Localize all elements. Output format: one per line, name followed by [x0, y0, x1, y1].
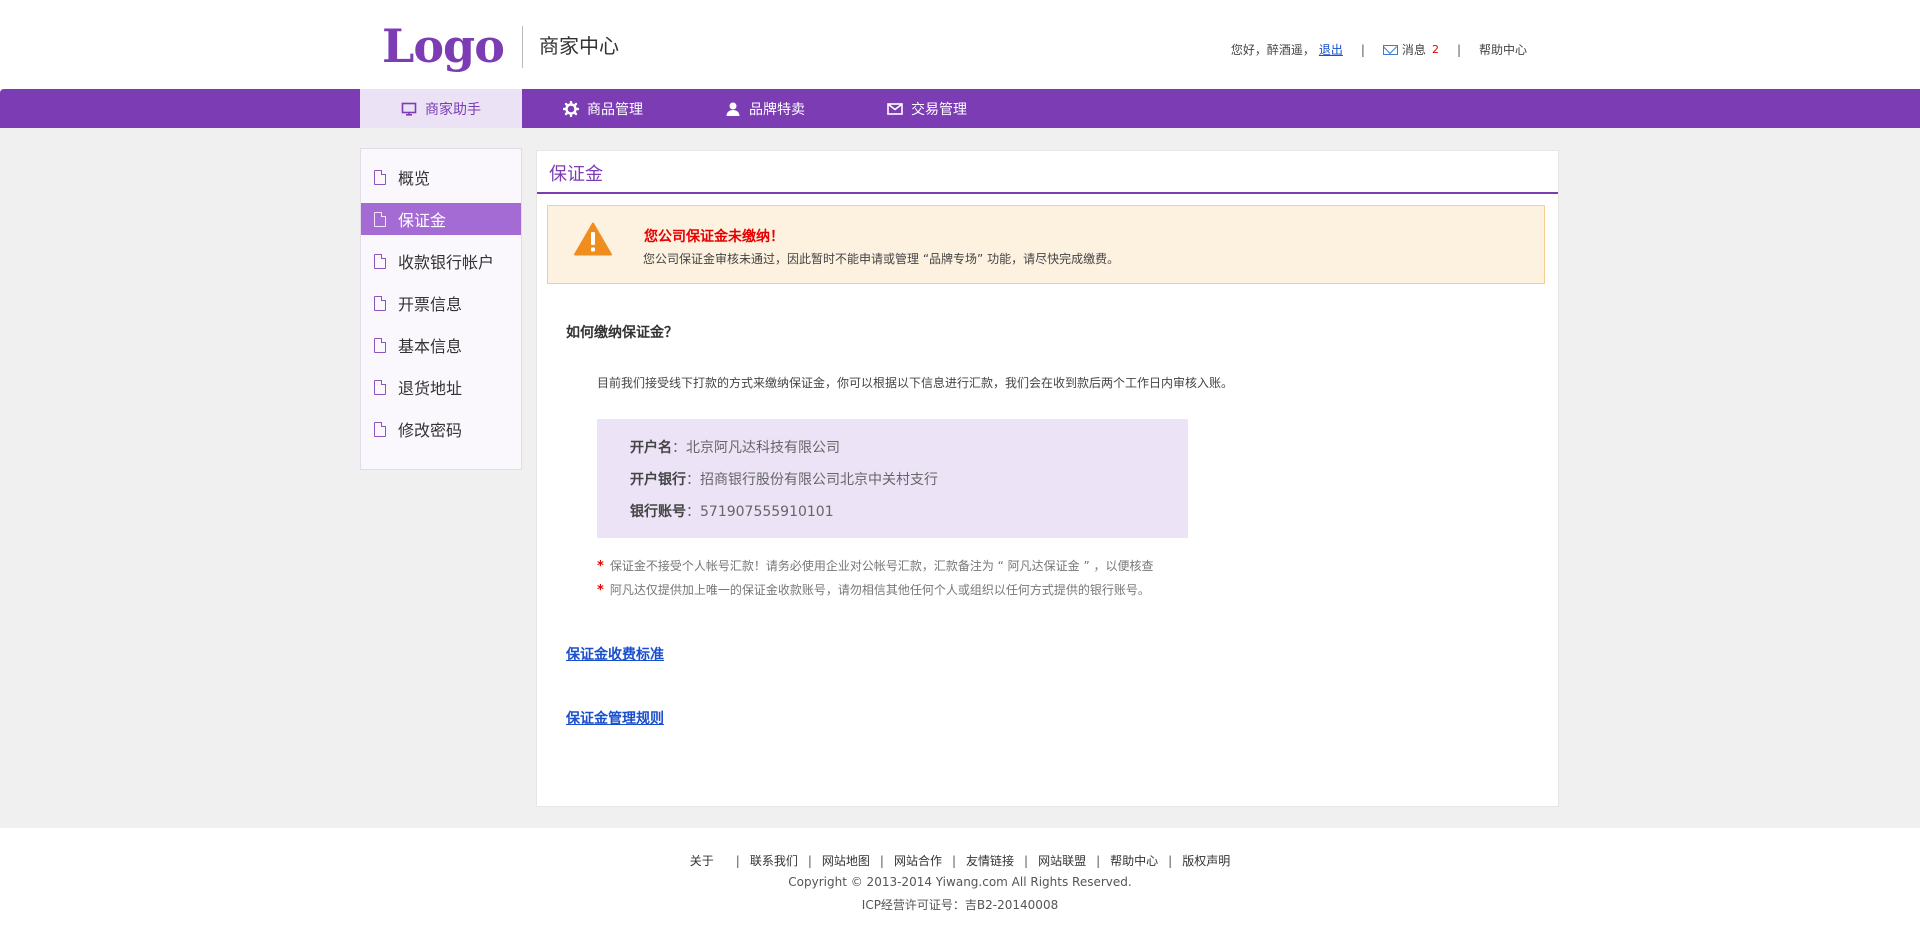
nav-item-trade-management[interactable]: 交易管理 [846, 89, 1008, 128]
deposit-alert: 您公司保证金未缴纳！ 您公司保证金审核未通过，因此暂时不能申请或管理 “品牌专场… [547, 205, 1545, 284]
logo-divider [522, 26, 523, 68]
sidebar-item-label: 概览 [398, 169, 431, 188]
greeting: 您好，醉酒遥， [1230, 43, 1315, 57]
bank-account-name-label: 开户名 [630, 440, 672, 456]
how-to-pay-heading: 如何缴纳保证金？ [566, 325, 678, 341]
warning-icon [574, 222, 612, 256]
sidebar-item-label: 开票信息 [398, 295, 463, 314]
note-text: 阿凡达仅提供加上唯一的保证金收款账号，请勿相信其他任何个人或组织以任何方式提供的… [609, 583, 1150, 597]
bank-name-value: ：招商银行股份有限公司北京中关村支行 [686, 472, 938, 488]
note-text: 保证金不接受个人帐号汇款！请务必使用企业对公帐号汇款，汇款备注为 “ 阿凡达保证… [609, 559, 1154, 573]
main-nav: 商家助手 商品管理 品牌特卖 交易管理 [0, 89, 1920, 128]
footer-link-friend-links[interactable]: 友情链接 [966, 854, 1014, 868]
separator: | [951, 854, 957, 868]
bank-account-name-row: 开户名：北京阿凡达科技有限公司 [630, 437, 840, 457]
bank-account-number-row: 银行账号：571907555910101 [630, 501, 834, 521]
deposit-rules-link[interactable]: 保证金管理规则 [566, 708, 664, 728]
mail-icon [887, 102, 903, 115]
deposit-fee-standard-link[interactable]: 保证金收费标准 [566, 644, 664, 664]
messages-link[interactable]: 消息 2 [1382, 41, 1439, 58]
document-icon [374, 295, 386, 311]
footer: 关于 | 联系我们 | 网站地图 | 网站合作 | 友情链接 | 网站联盟 | 帮助中心 | 版权声明 Co… [0, 828, 1920, 925]
separator: | [1456, 42, 1461, 57]
separator: | [879, 854, 884, 868]
document-icon [374, 169, 386, 185]
user-icon [726, 102, 740, 116]
alert-title: 您公司保证金未缴纳！ [644, 229, 784, 245]
site-title: 商家中心 [539, 34, 619, 58]
how-to-pay-text: 目前我们接受线下打款的方式来缴纳保证金，你可以根据以下信息进行汇款，我们会在收到… [597, 376, 1234, 390]
sidebar-item-change-password[interactable]: 修改密码 [361, 413, 521, 445]
sidebar-item-label: 修改密码 [398, 421, 463, 440]
bank-name-label: 开户银行 [630, 472, 686, 488]
sidebar-item-label: 基本信息 [398, 337, 463, 356]
document-icon [374, 211, 386, 227]
sidebar: 概览 保证金 收款银行帐户 开票信息 基本信息 退货地址 修改密码 [360, 148, 522, 470]
page-title: 保证金 [549, 164, 603, 185]
separator: | [1168, 854, 1173, 868]
footer-link-copyright[interactable]: 版权声明 [1182, 854, 1230, 868]
nav-item-product-management[interactable]: 商品管理 [522, 89, 684, 128]
nav-item-label: 商品管理 [587, 101, 643, 118]
sidebar-item-deposit[interactable]: 保证金 [361, 203, 521, 235]
footer-link-sitemap[interactable]: 网站地图 [822, 854, 870, 868]
monitor-icon [401, 102, 417, 116]
nav-item-label: 交易管理 [911, 101, 967, 118]
messages-count-badge: 2 [1431, 43, 1439, 56]
nav-item-label: 品牌特卖 [749, 101, 805, 118]
separator: | [1024, 854, 1029, 868]
document-icon [374, 421, 386, 437]
messages-label: 消息 [1401, 43, 1426, 57]
top-links: 您好，醉酒遥， 退出 | 消息 2 | 帮助中心 [1231, 41, 1527, 58]
title-divider [537, 192, 1558, 194]
separator: | [735, 854, 740, 868]
separator: | [807, 854, 812, 868]
footer-link-alliance[interactable]: 网站联盟 [1038, 854, 1086, 868]
separator: | [1360, 42, 1365, 57]
alert-text: 您公司保证金审核未通过，因此暂时不能申请或管理 “品牌专场” 功能，请尽快完成缴… [643, 252, 1120, 266]
main-content: 保证金 您公司保证金未缴纳！ 您公司保证金审核未通过，因此暂时不能申请或管理 “… [536, 150, 1559, 807]
sidebar-item-basic-info[interactable]: 基本信息 [361, 329, 521, 361]
footer-links: 关于 | 联系我们 | 网站地图 | 网站合作 | 友情链接 | 网站联盟 | 帮助中心 | 版权声明 [0, 852, 1920, 869]
bank-name-row: 开户银行：招商银行股份有限公司北京中关村支行 [630, 469, 938, 489]
header: Logo 商家中心 您好，醉酒遥， 退出 | 消息 2 | 帮助中心 [0, 0, 1920, 89]
nav-item-label: 商家助手 [425, 101, 481, 118]
bank-account-name-value: ：北京阿凡达科技有限公司 [672, 440, 840, 456]
sidebar-item-return-address[interactable]: 退货地址 [361, 371, 521, 403]
footer-link-cooperation[interactable]: 网站合作 [894, 854, 942, 868]
document-icon [374, 253, 386, 269]
separator: | [1096, 854, 1101, 868]
bank-account-number-value: ：571907555910101 [686, 504, 834, 520]
sidebar-item-label: 保证金 [398, 211, 447, 230]
note-item: * 阿凡达仅提供加上唯一的保证金收款账号，请勿相信其他任何个人或组织以任何方式提供… [597, 581, 1150, 598]
footer-link-about[interactable]: 关于 [690, 854, 714, 868]
note-item: * 保证金不接受个人帐号汇款！请务必使用企业对公帐号汇款，汇款备注为 “ 阿凡达保… [597, 557, 1154, 574]
sidebar-item-label: 收款银行帐户 [398, 253, 495, 272]
nav-item-merchant-assistant[interactable]: 商家助手 [360, 89, 522, 128]
mail-icon [1382, 44, 1398, 55]
sidebar-item-label: 退货地址 [398, 379, 463, 398]
sidebar-item-invoice-info[interactable]: 开票信息 [361, 287, 521, 319]
document-icon [374, 379, 386, 395]
help-link[interactable]: 帮助中心 [1479, 41, 1527, 58]
sidebar-item-bank-account[interactable]: 收款银行帐户 [361, 245, 521, 277]
logo[interactable]: Logo [382, 20, 505, 72]
bank-account-number-label: 银行账号 [630, 504, 686, 520]
document-icon [374, 337, 386, 353]
gear-icon [563, 100, 579, 117]
logout-link[interactable]: 退出 [1319, 41, 1343, 58]
copyright-text: Copyright © 2013-2014 Yiwang.com All Rig… [788, 875, 1132, 889]
sidebar-item-overview[interactable]: 概览 [361, 161, 521, 193]
footer-link-contact[interactable]: 联系我们 [750, 854, 798, 868]
icp-license-text: ICP经营许可证号：吉B2-20140008 [861, 898, 1059, 912]
nav-item-brand-sale[interactable]: 品牌特卖 [684, 89, 846, 128]
footer-link-help[interactable]: 帮助中心 [1110, 854, 1158, 868]
required-asterisk: * [597, 559, 604, 574]
required-asterisk: * [597, 583, 604, 598]
bank-info-box: 开户名：北京阿凡达科技有限公司 开户银行：招商银行股份有限公司北京中关村支行 银… [597, 419, 1188, 538]
